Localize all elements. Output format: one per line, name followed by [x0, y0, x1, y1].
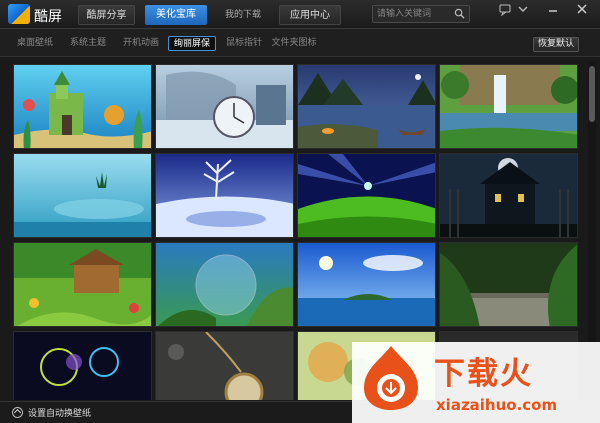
thumbnail-jungle-ruins[interactable]	[439, 242, 578, 327]
subtab-boot-animation[interactable]: 开机动画	[118, 36, 164, 51]
subtab-wallpaper[interactable]: 桌面壁纸	[12, 36, 58, 51]
subtab-theme[interactable]: 系统主题	[65, 36, 111, 51]
title-bar: 酷屏 酷屏分享 美化宝库 我的下载 应用中心	[0, 0, 600, 29]
menu-icon[interactable]	[515, 2, 531, 16]
thumbnail-fractal-flowers[interactable]	[13, 331, 152, 400]
thumbnail-frozen-lake[interactable]	[155, 153, 294, 238]
tab-app-center[interactable]: 应用中心	[279, 5, 341, 25]
auto-wallpaper-link[interactable]: 设置自动换壁纸	[28, 406, 91, 419]
close-icon[interactable]	[574, 2, 590, 16]
subtab-cursor[interactable]: 鼠标指针	[221, 36, 267, 51]
thumbnail-pocket-watch[interactable]	[155, 331, 294, 400]
category-bar: 桌面壁纸 系统主题 开机动画 绚丽屏保 鼠标指针 文件夹图标 恢复默认	[0, 29, 600, 57]
watermark-title: 下载火	[434, 356, 533, 392]
subtab-screensaver[interactable]: 绚丽屏保	[168, 36, 216, 51]
watermark-url: xiazaihuo.com	[436, 396, 558, 414]
minimize-icon[interactable]	[545, 2, 561, 16]
thumbnail-cartoon-jungle-hut[interactable]	[13, 242, 152, 327]
thumbnail-glass-bubble[interactable]	[155, 242, 294, 327]
subtab-folder-icon[interactable]: 文件夹图标	[268, 36, 320, 51]
thumbnail-snow-clock[interactable]	[155, 64, 294, 149]
search-icon[interactable]	[454, 8, 465, 19]
watermark: 下载火 xiazaihuo.com	[352, 342, 600, 423]
thumbnail-waterfall[interactable]	[439, 64, 578, 149]
message-icon[interactable]	[497, 2, 513, 17]
search-input[interactable]	[377, 7, 453, 21]
thumbnail-ocean-island-plant[interactable]	[13, 153, 152, 238]
app-title: 酷屏	[34, 9, 62, 25]
thumbnail-underwater-castle[interactable]	[13, 64, 152, 149]
thumbnail-lakeside-campfire[interactable]	[297, 64, 436, 149]
search-box[interactable]	[372, 5, 470, 23]
thumbnail-sunny-sea-island[interactable]	[297, 242, 436, 327]
tab-beautify[interactable]: 美化宝库	[145, 5, 207, 25]
flame-logo-icon	[364, 346, 418, 410]
thumbnail-green-light-field[interactable]	[297, 153, 436, 238]
tab-downloads[interactable]: 我的下载	[218, 5, 268, 25]
scrollbar-thumb[interactable]	[589, 66, 595, 122]
tab-share[interactable]: 酷屏分享	[78, 5, 135, 25]
restore-default-button[interactable]: 恢复默认	[533, 37, 579, 52]
chevron-up-circle-icon[interactable]	[12, 407, 23, 418]
app-logo-icon	[8, 4, 30, 24]
thumbnail-haunted-mansion[interactable]	[439, 153, 578, 238]
